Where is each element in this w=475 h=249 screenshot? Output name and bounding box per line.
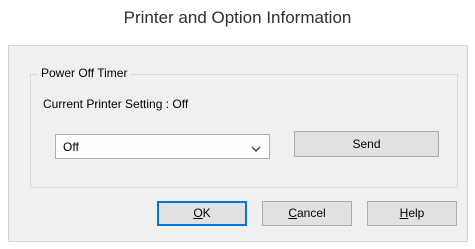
dialog-title: Printer and Option Information <box>123 8 352 27</box>
power-off-timer-select[interactable]: Off <box>55 134 270 159</box>
current-printer-setting: Current Printer Setting : Off <box>43 97 189 111</box>
ok-access-key: O <box>193 206 203 220</box>
cancel-button[interactable]: Cancel <box>262 201 352 226</box>
select-value: Off <box>63 140 79 154</box>
help-label-rest: elp <box>408 206 425 220</box>
ok-label-rest: K <box>202 206 211 220</box>
ok-button[interactable]: OK <box>157 201 247 226</box>
send-button[interactable]: Send <box>294 131 439 157</box>
cancel-label-rest: ancel <box>296 206 326 220</box>
power-off-timer-label: Power Off Timer <box>38 66 131 80</box>
cancel-access-key: C <box>288 206 297 220</box>
printer-option-dialog: Printer and Option Information Power Off… <box>0 0 475 249</box>
help-button[interactable]: Help <box>367 201 457 226</box>
chevron-down-icon <box>251 142 261 156</box>
